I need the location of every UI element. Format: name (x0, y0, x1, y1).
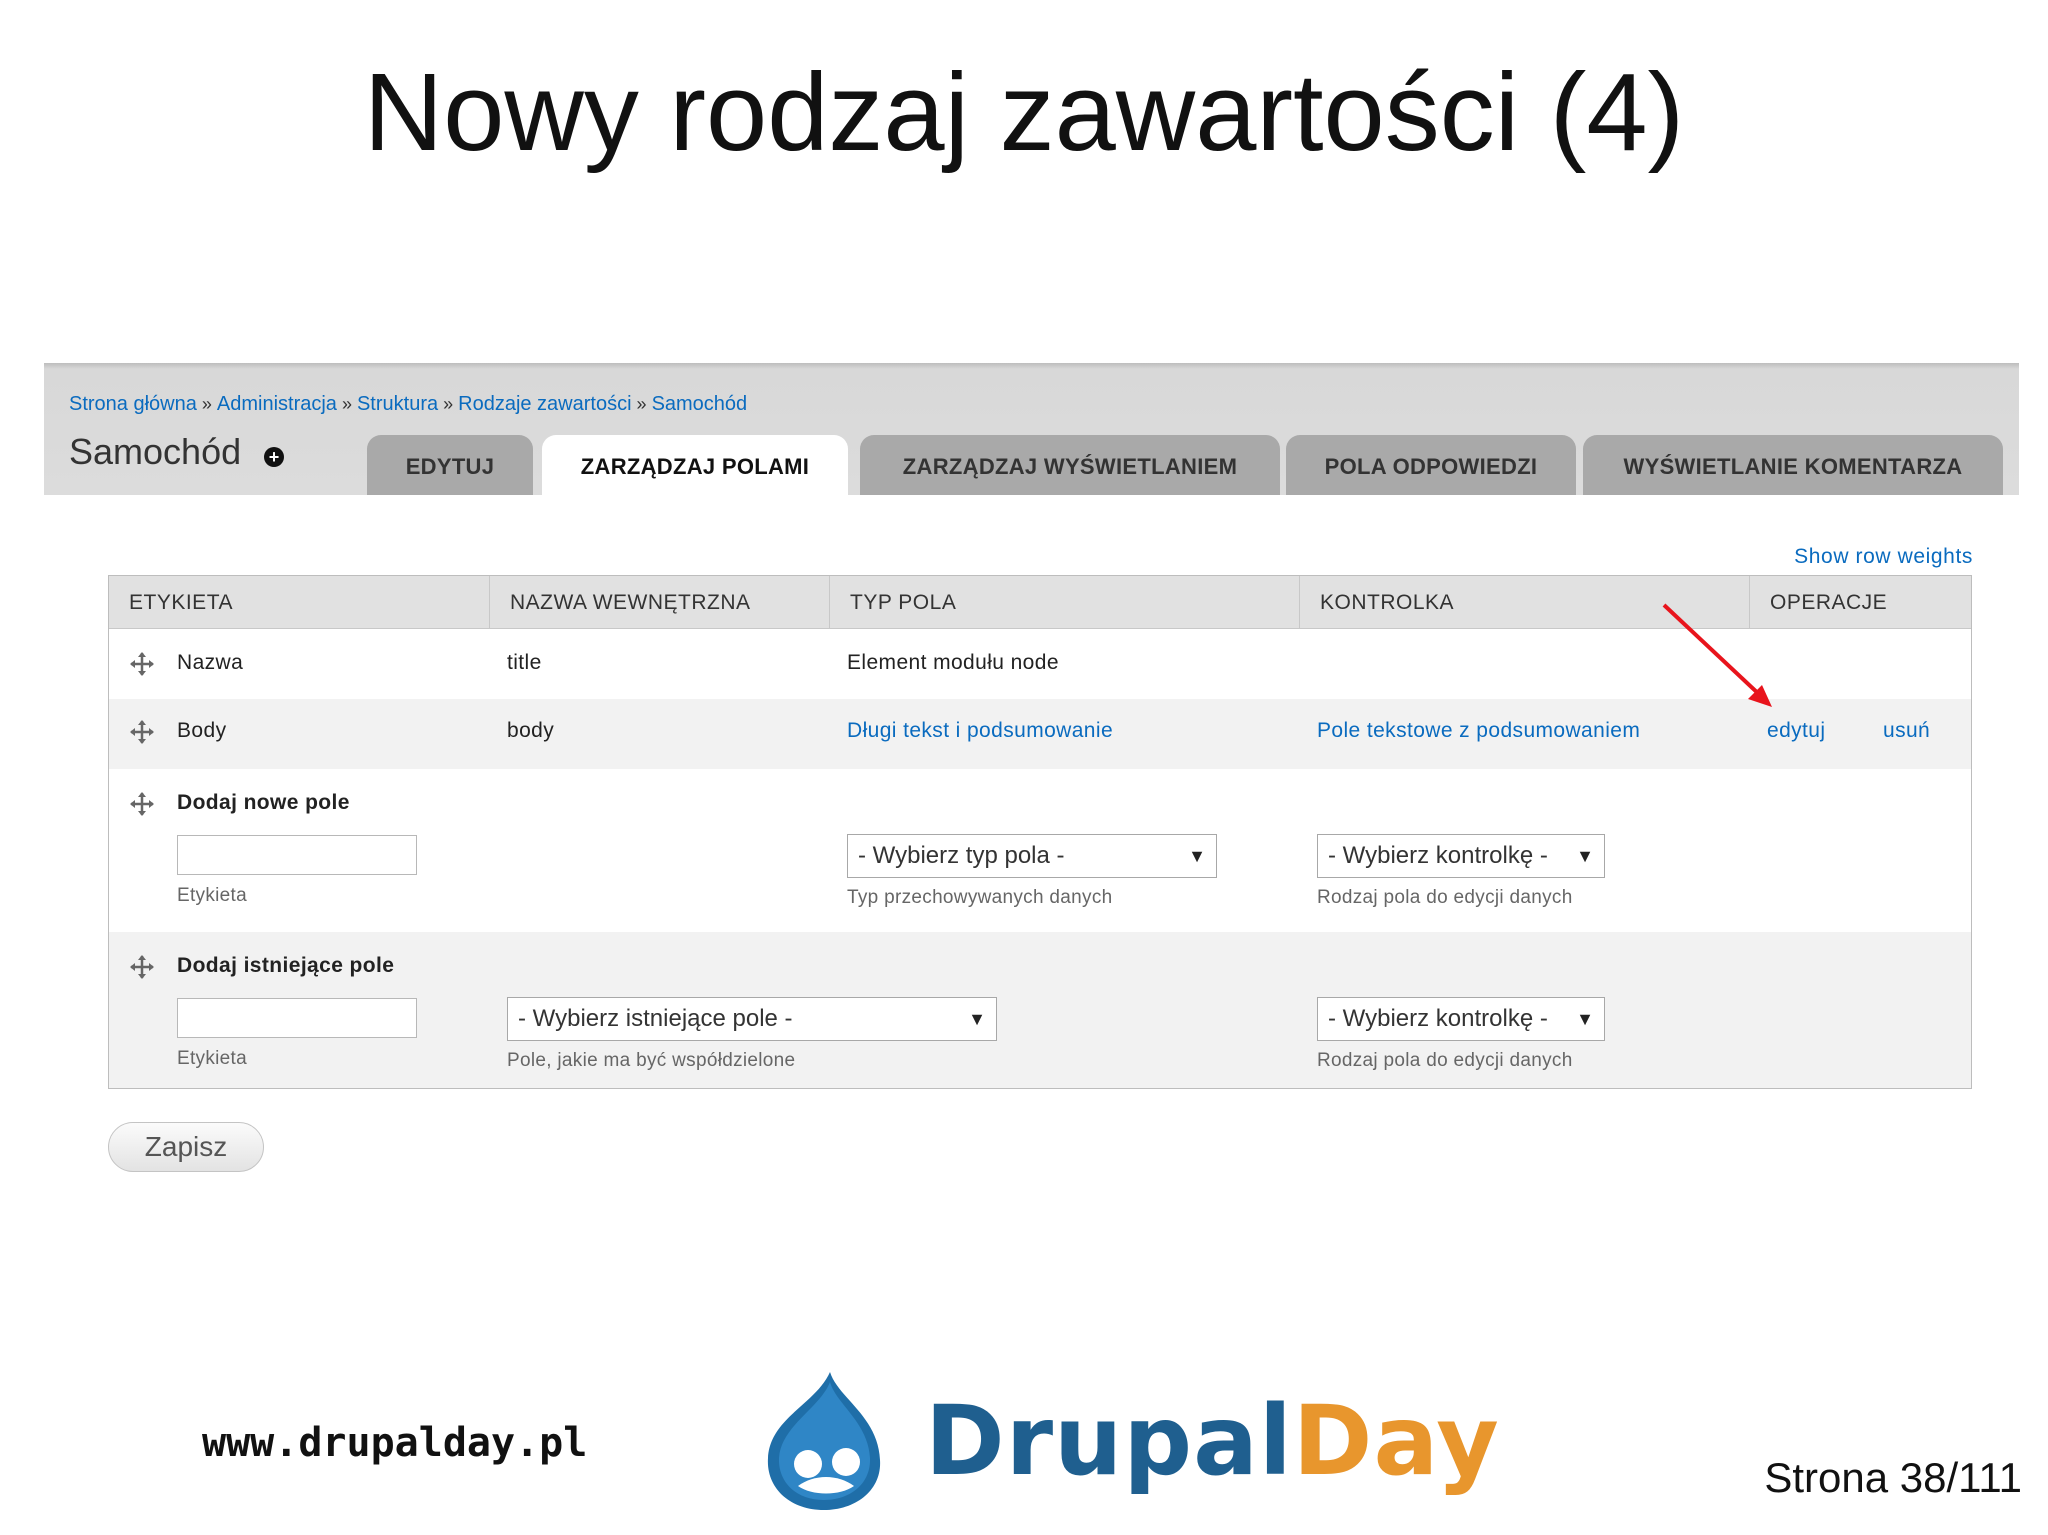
dropdown-arrow-icon: ▼ (968, 1009, 986, 1029)
drupal-drop-logo-icon (767, 1372, 881, 1510)
page-title: Samochód (69, 431, 242, 472)
drag-handle-icon[interactable] (129, 791, 155, 817)
breadcrumb-structure[interactable]: Struktura (357, 393, 438, 415)
widget-link[interactable]: Pole tekstowe z podsumowaniem (1317, 719, 1640, 743)
tab-comment-fields[interactable]: POLA ODPOWIEDZI (1286, 435, 1576, 495)
existing-field-select[interactable]: - Wybierz istniejące pole - ▼ (507, 997, 997, 1041)
existing-field-desc: Pole, jakie ma być współdzielone (507, 1050, 796, 1071)
tab-edit[interactable]: EDYTUJ (367, 435, 533, 495)
existing-widget-select[interactable]: - Wybierz kontrolkę - ▼ (1317, 997, 1605, 1041)
annotation-arrow-icon (1662, 603, 1772, 707)
field-type-select-value: - Wybierz typ pola - (858, 842, 1065, 869)
field-type-link[interactable]: Długi tekst i podsumowanie (847, 719, 1113, 743)
new-field-label-input[interactable] (177, 835, 417, 875)
breadcrumb-separator: » (443, 394, 454, 414)
existing-field-label-input[interactable] (177, 998, 417, 1038)
field-label: Body (177, 719, 227, 742)
save-button[interactable]: Zapisz (108, 1122, 264, 1172)
breadcrumb-home[interactable]: Strona główna (69, 393, 197, 415)
add-existing-field-row: Dodaj istniejące pole Etykieta - Wybierz… (109, 932, 1971, 1088)
widget-desc: Rodzaj pola do edycji danych (1317, 887, 1573, 908)
add-existing-field-title: Dodaj istniejące pole (177, 954, 395, 977)
field-machine-name: body (507, 719, 555, 742)
logo-part-drupal: Drupal (925, 1385, 1293, 1497)
logo-part-day: Day (1292, 1385, 1500, 1497)
widget-select-value: - Wybierz kontrolkę - (1328, 842, 1548, 869)
site-url: www.drupalday.pl (202, 1420, 588, 1466)
drag-handle-icon[interactable] (129, 954, 155, 980)
add-new-field-title: Dodaj nowe pole (177, 791, 350, 814)
breadcrumb-separator: » (201, 394, 212, 414)
drag-handle-icon[interactable] (129, 651, 155, 677)
column-header: NAZWA WEWNĘTRZNA (489, 576, 829, 628)
field-type-desc: Typ przechowywanych danych (847, 887, 1113, 908)
field-type: Element modułu node (847, 651, 1059, 674)
field-machine-name: title (507, 651, 542, 674)
column-header: ETYKIETA (129, 591, 233, 614)
breadcrumb-separator: » (636, 394, 647, 414)
existing-widget-desc: Rodzaj pola do edycji danych (1317, 1050, 1573, 1071)
edit-link[interactable]: edytuj (1767, 719, 1825, 743)
tab-manage-fields[interactable]: ZARZĄDZAJ POLAMI (542, 435, 848, 495)
add-new-field-row: Dodaj nowe pole Etykieta - Wybierz typ p… (109, 769, 1971, 932)
tab-comment-display[interactable]: WYŚWIETLANIE KOMENTARZA (1583, 435, 2003, 495)
existing-field-label-desc: Etykieta (177, 1048, 247, 1069)
column-header: TYP POLA (829, 576, 1299, 628)
page-number: Strona 38/111 (1764, 1454, 2022, 1501)
add-shortcut-icon[interactable]: + (264, 447, 284, 467)
field-type-select[interactable]: - Wybierz typ pola - ▼ (847, 834, 1217, 878)
slide-title: Nowy rodzaj zawartości (4) (363, 51, 1685, 174)
existing-widget-select-value: - Wybierz kontrolkę - (1328, 1005, 1548, 1032)
breadcrumb-samochod[interactable]: Samochód (652, 393, 748, 415)
show-row-weights-link[interactable]: Show row weights (1794, 545, 1973, 569)
dropdown-arrow-icon: ▼ (1576, 1009, 1594, 1029)
drupal-header: Strona główna» Administracja» Struktura» Ro… (44, 363, 2019, 495)
widget-select[interactable]: - Wybierz kontrolkę - ▼ (1317, 834, 1605, 878)
delete-link[interactable]: usuń (1883, 719, 1930, 743)
breadcrumb-admin[interactable]: Administracja (217, 393, 337, 415)
tab-manage-display[interactable]: ZARZĄDZAJ WYŚWIETLANIEM (860, 435, 1280, 495)
field-label: Nazwa (177, 651, 244, 674)
existing-field-select-value: - Wybierz istniejące pole - (518, 1005, 793, 1032)
dropdown-arrow-icon: ▼ (1576, 846, 1594, 866)
dropdown-arrow-icon: ▼ (1188, 846, 1206, 866)
breadcrumb-content-types[interactable]: Rodzaje zawartości (458, 393, 631, 415)
breadcrumb: Strona główna» Administracja» Struktura» Ro… (69, 393, 747, 416)
breadcrumb-separator: » (341, 394, 352, 414)
new-field-label-desc: Etykieta (177, 885, 247, 906)
drag-handle-icon[interactable] (129, 719, 155, 745)
drupalday-logo-text: DrupalDay (925, 1385, 1500, 1497)
